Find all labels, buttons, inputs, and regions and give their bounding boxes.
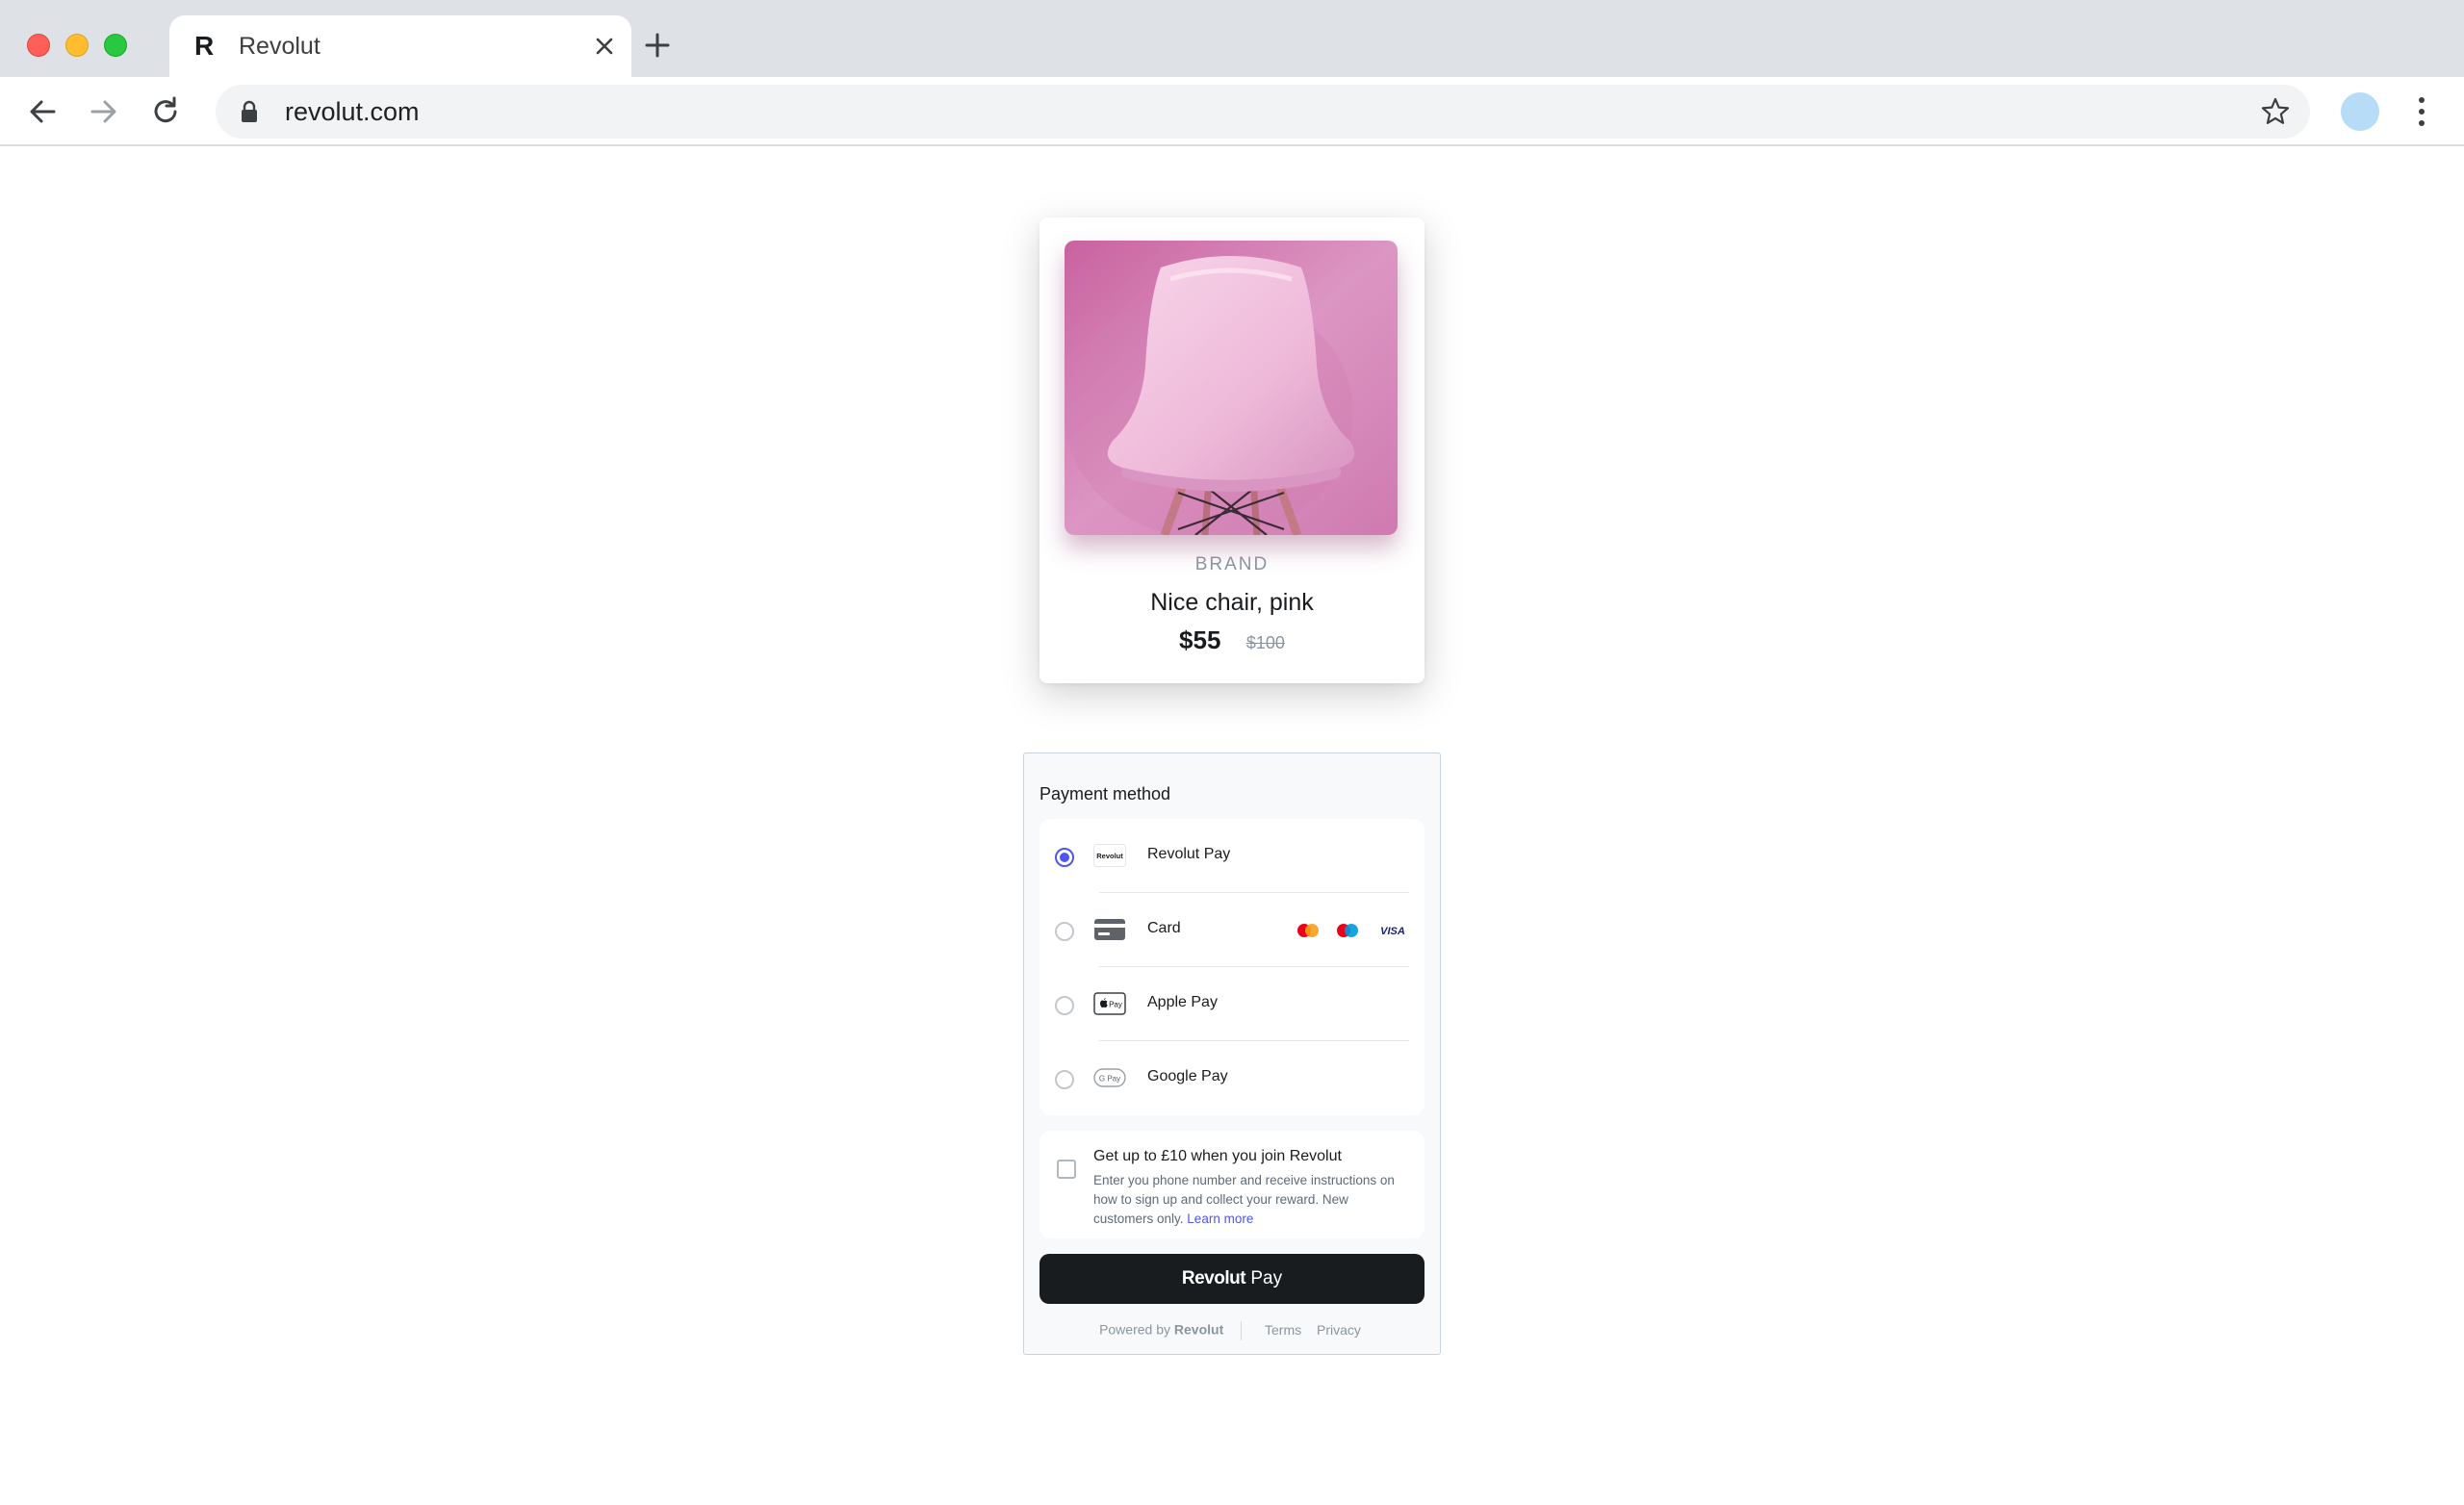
svg-text:Revolut: Revolut xyxy=(1096,852,1123,860)
svg-text:Pay: Pay xyxy=(1109,1001,1122,1009)
lock-icon xyxy=(241,100,258,123)
payment-option-card[interactable]: Card VISA xyxy=(1040,893,1424,967)
revolut-pay-button[interactable]: Revolut Pay xyxy=(1040,1254,1424,1304)
pay-button-brand: Revolut xyxy=(1181,1268,1246,1288)
pay-button-suffix: Pay xyxy=(1245,1268,1283,1288)
browser-tab[interactable]: R Revolut xyxy=(169,15,631,77)
product-brand: BRAND xyxy=(1194,554,1270,574)
google-pay-icon: G Pay xyxy=(1093,1066,1126,1089)
mastercard-icon xyxy=(1297,924,1319,937)
product-old-price: $100 xyxy=(1245,633,1285,652)
card-brand-logos: VISA xyxy=(1296,922,1409,939)
product-price: $55 xyxy=(1179,625,1221,654)
browser-tab-bar: R Revolut xyxy=(0,0,2464,77)
bookmark-star-icon[interactable] xyxy=(2260,96,2291,127)
more-menu-icon[interactable] xyxy=(2410,94,2433,129)
tab-title: Revolut xyxy=(239,33,321,60)
revolut-favicon-icon: R xyxy=(194,31,215,61)
revolut-logo-icon: Revolut xyxy=(1093,844,1126,867)
promo-checkbox[interactable] xyxy=(1057,1160,1076,1179)
payment-option-google-pay[interactable]: G Pay Google Pay xyxy=(1040,1041,1424,1115)
apple-pay-label: Apple Pay xyxy=(1147,994,1218,1010)
terms-link[interactable]: Terms xyxy=(1265,1322,1301,1338)
card-radio[interactable] xyxy=(1055,922,1074,941)
join-revolut-promo: Get up to £10 when you join Revolut Ente… xyxy=(1040,1131,1424,1238)
payment-method-list: Revolut Revolut Pay Card VISA Pay Apple … xyxy=(1040,819,1424,1115)
profile-avatar[interactable] xyxy=(2341,92,2379,131)
payment-footer: Powered by Revolut Terms Privacy xyxy=(1024,1321,1442,1340)
reload-icon[interactable] xyxy=(148,94,183,129)
svg-text:G Pay: G Pay xyxy=(1099,1075,1120,1084)
minimize-window-button[interactable] xyxy=(65,34,89,57)
revolut-pay-label: Revolut Pay xyxy=(1147,846,1231,862)
forward-arrow-icon[interactable] xyxy=(87,94,121,129)
product-name: Nice chair, pink xyxy=(1150,589,1314,616)
product-card: BRAND Nice chair, pink $55 $100 xyxy=(1040,217,1424,683)
promo-title: Get up to £10 when you join Revolut xyxy=(1093,1148,1342,1164)
product-image xyxy=(1065,241,1398,535)
new-tab-icon[interactable] xyxy=(643,31,672,60)
google-pay-label: Google Pay xyxy=(1147,1068,1228,1084)
powered-by-text: Powered by xyxy=(1099,1321,1174,1338)
price-row: $55 $100 xyxy=(1040,625,1424,655)
revolut-pay-radio[interactable] xyxy=(1055,848,1074,867)
powered-by-brand: Revolut xyxy=(1173,1321,1224,1338)
payment-option-apple-pay[interactable]: Pay Apple Pay xyxy=(1040,967,1424,1041)
back-arrow-icon[interactable] xyxy=(25,94,60,129)
address-bar[interactable]: revolut.com xyxy=(216,85,2310,139)
footer-divider xyxy=(1241,1321,1243,1340)
maximize-window-button[interactable] xyxy=(104,34,127,57)
close-tab-icon[interactable] xyxy=(591,33,618,60)
credit-card-icon xyxy=(1093,918,1126,941)
payment-widget: Payment method Revolut Revolut Pay Card … xyxy=(1023,752,1441,1355)
card-label: Card xyxy=(1147,920,1181,936)
google-pay-radio[interactable] xyxy=(1055,1070,1074,1089)
privacy-link[interactable]: Privacy xyxy=(1317,1322,1361,1338)
maestro-icon xyxy=(1337,924,1358,937)
apple-pay-icon: Pay xyxy=(1093,992,1126,1015)
promo-description: Enter you phone number and receive instr… xyxy=(1093,1171,1411,1229)
payment-option-revolut-pay[interactable]: Revolut Revolut Pay xyxy=(1040,819,1424,893)
payment-method-title: Payment method xyxy=(1040,784,1171,804)
svg-text:VISA: VISA xyxy=(1380,926,1405,937)
apple-pay-radio[interactable] xyxy=(1055,996,1074,1015)
url-text: revolut.com xyxy=(285,97,420,126)
browser-toolbar: revolut.com xyxy=(0,77,2464,146)
close-window-button[interactable] xyxy=(27,34,50,57)
learn-more-link[interactable]: Learn more xyxy=(1187,1212,1253,1226)
